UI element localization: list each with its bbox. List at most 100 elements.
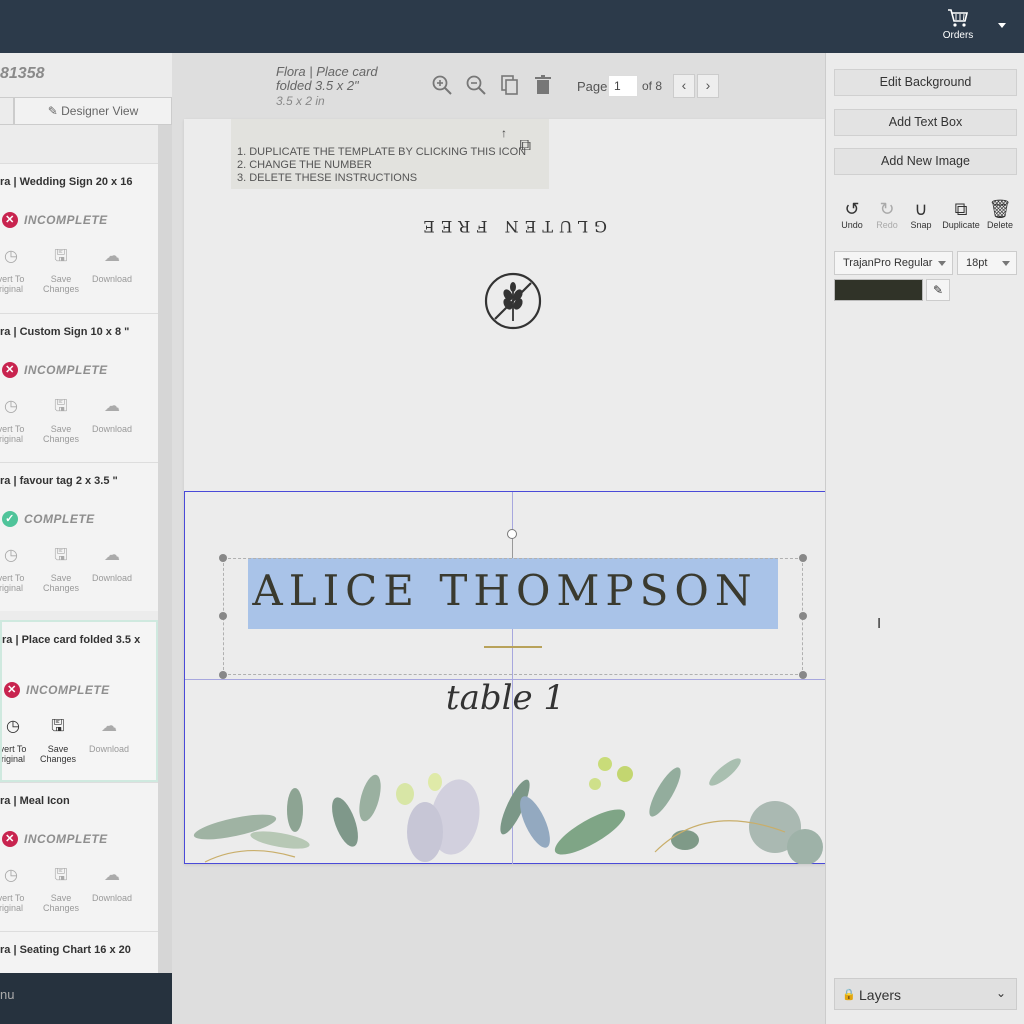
next-page-button[interactable]: › bbox=[697, 74, 719, 98]
zoom-out-icon[interactable] bbox=[464, 74, 488, 98]
status-text: INCOMPLETE bbox=[26, 683, 110, 697]
floppy-disk-icon: 🖫 bbox=[51, 718, 65, 735]
pencil-icon: ✎ bbox=[47, 104, 58, 118]
arrow-up-icon: ↑ bbox=[501, 126, 507, 140]
font-family-select[interactable]: TrajanPro Regular bbox=[834, 251, 953, 275]
text-color-swatch[interactable] bbox=[834, 279, 923, 301]
page-number-input[interactable]: 1 bbox=[608, 75, 638, 97]
revert-to-original-button[interactable]: ◷ vert To riginal bbox=[0, 249, 34, 295]
eyedropper-icon[interactable]: ✎ bbox=[926, 279, 950, 301]
save-changes-button[interactable]: 🖫 Save Changes bbox=[35, 718, 81, 765]
check-circle-icon: ✓ bbox=[2, 511, 18, 527]
cart-icon bbox=[948, 9, 969, 27]
product-item-favour-tag[interactable]: ra | favour tag 2 x 3.5 " ✓ COMPLETE ◷ ver… bbox=[0, 462, 158, 611]
font-family-value: TrajanPro Regular bbox=[843, 257, 933, 269]
floral-border-image[interactable] bbox=[185, 722, 825, 864]
layers-label: Layers bbox=[859, 987, 902, 1003]
account-dropdown-caret-icon[interactable] bbox=[998, 23, 1006, 28]
orders-button[interactable]: Orders bbox=[938, 8, 978, 41]
order-number: 81358 bbox=[0, 65, 45, 82]
gluten-free-text[interactable]: GLUTEN FREE bbox=[184, 217, 840, 236]
status-text: INCOMPLETE bbox=[24, 213, 108, 227]
snap-button[interactable]: ∪ Snap bbox=[903, 198, 939, 230]
download-button[interactable]: ☁ Download bbox=[86, 719, 132, 755]
card-front-panel[interactable]: ALICE THOMPSON table 1 bbox=[184, 491, 826, 864]
product-actions: ◷ vert To riginal 🖫 Save Changes ☁ Download bbox=[0, 398, 158, 452]
redo-button[interactable]: ↻ Redo bbox=[869, 198, 905, 230]
table-number-text[interactable]: table 1 bbox=[185, 678, 826, 718]
revert-to-original-button[interactable]: ◷ vert To riginal bbox=[0, 398, 34, 445]
gold-divider[interactable] bbox=[484, 646, 542, 648]
delete-button[interactable]: 🗑 Delete bbox=[982, 198, 1018, 230]
layers-panel-toggle[interactable]: 🔒 Layers ⌄ bbox=[834, 978, 1017, 1010]
menu-label: nu bbox=[0, 987, 15, 1002]
status-badge: ✓ COMPLETE bbox=[2, 511, 95, 527]
product-actions: ◷ vert To riginal 🖫 Save Changes ☁ Download bbox=[0, 547, 158, 601]
save-changes-button[interactable]: 🖫 Save Changes bbox=[38, 399, 84, 445]
product-item-custom-sign[interactable]: ra | Custom Sign 10 x 8 " ✕ INCOMPLETE ◷ v… bbox=[0, 313, 158, 462]
tab-designer-view[interactable]: ✎ Designer View bbox=[14, 97, 172, 125]
instruction-line: 2. CHANGE THE NUMBER bbox=[237, 159, 372, 171]
instructions-box[interactable]: 1. DUPLICATE THE TEMPLATE BY CLICKING TH… bbox=[231, 119, 549, 189]
previous-page-button[interactable]: ‹ bbox=[673, 74, 695, 98]
revert-to-original-button[interactable]: ◷ vert To riginal bbox=[0, 868, 34, 914]
revert-to-original-button[interactable]: ◷ vert To riginal bbox=[0, 547, 34, 594]
save-changes-button[interactable]: 🖫 Save Changes bbox=[38, 249, 84, 295]
trash-icon[interactable] bbox=[531, 74, 555, 98]
download-button[interactable]: ☁ Download bbox=[89, 398, 135, 435]
menu-bar[interactable]: nu bbox=[0, 973, 172, 1024]
view-tabs: ✎ Designer View bbox=[0, 97, 172, 125]
tab-customer-view[interactable] bbox=[0, 97, 14, 125]
page-label: Page bbox=[577, 79, 608, 94]
lock-icon: 🔒 bbox=[842, 989, 856, 1001]
rotate-handle[interactable] bbox=[507, 529, 517, 539]
save-changes-button[interactable]: 🖫 Save Changes bbox=[38, 867, 84, 914]
chevron-right-icon: › bbox=[705, 77, 711, 93]
tab-designer-label: Designer View bbox=[61, 104, 139, 118]
redo-icon: ↻ bbox=[879, 199, 895, 219]
duplicate-button[interactable]: ⧉ Duplicate bbox=[940, 198, 982, 230]
history-icon: ◷ bbox=[4, 398, 18, 415]
add-new-image-button[interactable]: Add New Image bbox=[834, 148, 1017, 175]
trash-icon: 🗑 bbox=[988, 199, 1012, 219]
product-actions: ◷ vert To riginal 🖫 Save Changes ☁ Download bbox=[0, 248, 158, 302]
resize-handle[interactable] bbox=[799, 612, 807, 620]
resize-handle[interactable] bbox=[799, 554, 807, 562]
resize-handle[interactable] bbox=[219, 554, 227, 562]
revert-to-original-button[interactable]: ◷ vert To riginal bbox=[2, 719, 36, 765]
undo-button[interactable]: ↺ Undo bbox=[834, 198, 870, 230]
edit-toolbar: ↺ Undo ↻ Redo ∪ Snap ⧉ Duplicate 🗑 Delete bbox=[834, 198, 1017, 238]
sidebar-scrollbar[interactable] bbox=[158, 125, 172, 973]
text-selection-box[interactable] bbox=[219, 554, 807, 679]
product-item-seating-chart[interactable]: ra | Seating Chart 16 x 20 bbox=[0, 931, 158, 973]
save-changes-button[interactable]: 🖫 Save Changes bbox=[38, 548, 84, 594]
undo-icon: ↺ bbox=[844, 199, 860, 219]
cloud-download-icon: ☁ bbox=[104, 248, 120, 265]
design-canvas[interactable]: 1. DUPLICATE THE TEMPLATE BY CLICKING TH… bbox=[184, 119, 826, 864]
copy-icon[interactable] bbox=[498, 74, 522, 98]
resize-handle[interactable] bbox=[219, 612, 227, 620]
magnet-icon: ∪ bbox=[914, 199, 928, 219]
instruction-line: 3. DELETE THESE INSTRUCTIONS bbox=[237, 172, 418, 184]
product-title: ra | Custom Sign 10 x 8 " bbox=[0, 326, 130, 338]
download-button[interactable]: ☁ Download bbox=[89, 868, 135, 904]
zoom-in-icon[interactable] bbox=[430, 74, 454, 98]
cloud-download-icon: ☁ bbox=[104, 398, 120, 415]
history-icon: ◷ bbox=[4, 547, 18, 564]
gluten-free-icon[interactable] bbox=[483, 271, 543, 331]
floppy-disk-icon: 🖫 bbox=[54, 867, 68, 884]
product-item-wedding-sign[interactable]: ra | Wedding Sign 20 x 16 ✕ INCOMPLETE ◷ v… bbox=[0, 163, 158, 313]
font-size-select[interactable]: 18pt bbox=[957, 251, 1017, 275]
product-title: ra | Wedding Sign 20 x 16 bbox=[0, 176, 133, 188]
add-text-box-button[interactable]: Add Text Box bbox=[834, 109, 1017, 136]
x-circle-icon: ✕ bbox=[2, 831, 18, 847]
download-button[interactable]: ☁ Download bbox=[89, 248, 135, 285]
download-button[interactable]: ☁ Download bbox=[89, 548, 135, 584]
product-item-place-card[interactable]: ra | Place card folded 3.5 x ✕ INCOMPLETE… bbox=[0, 620, 158, 782]
status-badge: ✕ INCOMPLETE bbox=[2, 212, 108, 228]
product-title: ra | Place card folded 3.5 x bbox=[2, 634, 141, 646]
orders-label: Orders bbox=[942, 30, 974, 41]
product-title: ra | Seating Chart 16 x 20 bbox=[0, 944, 131, 956]
edit-background-button[interactable]: Edit Background bbox=[834, 69, 1017, 96]
product-item-meal-icon[interactable]: ra | Meal Icon ✕ INCOMPLETE ◷ vert To rigin… bbox=[0, 782, 158, 931]
